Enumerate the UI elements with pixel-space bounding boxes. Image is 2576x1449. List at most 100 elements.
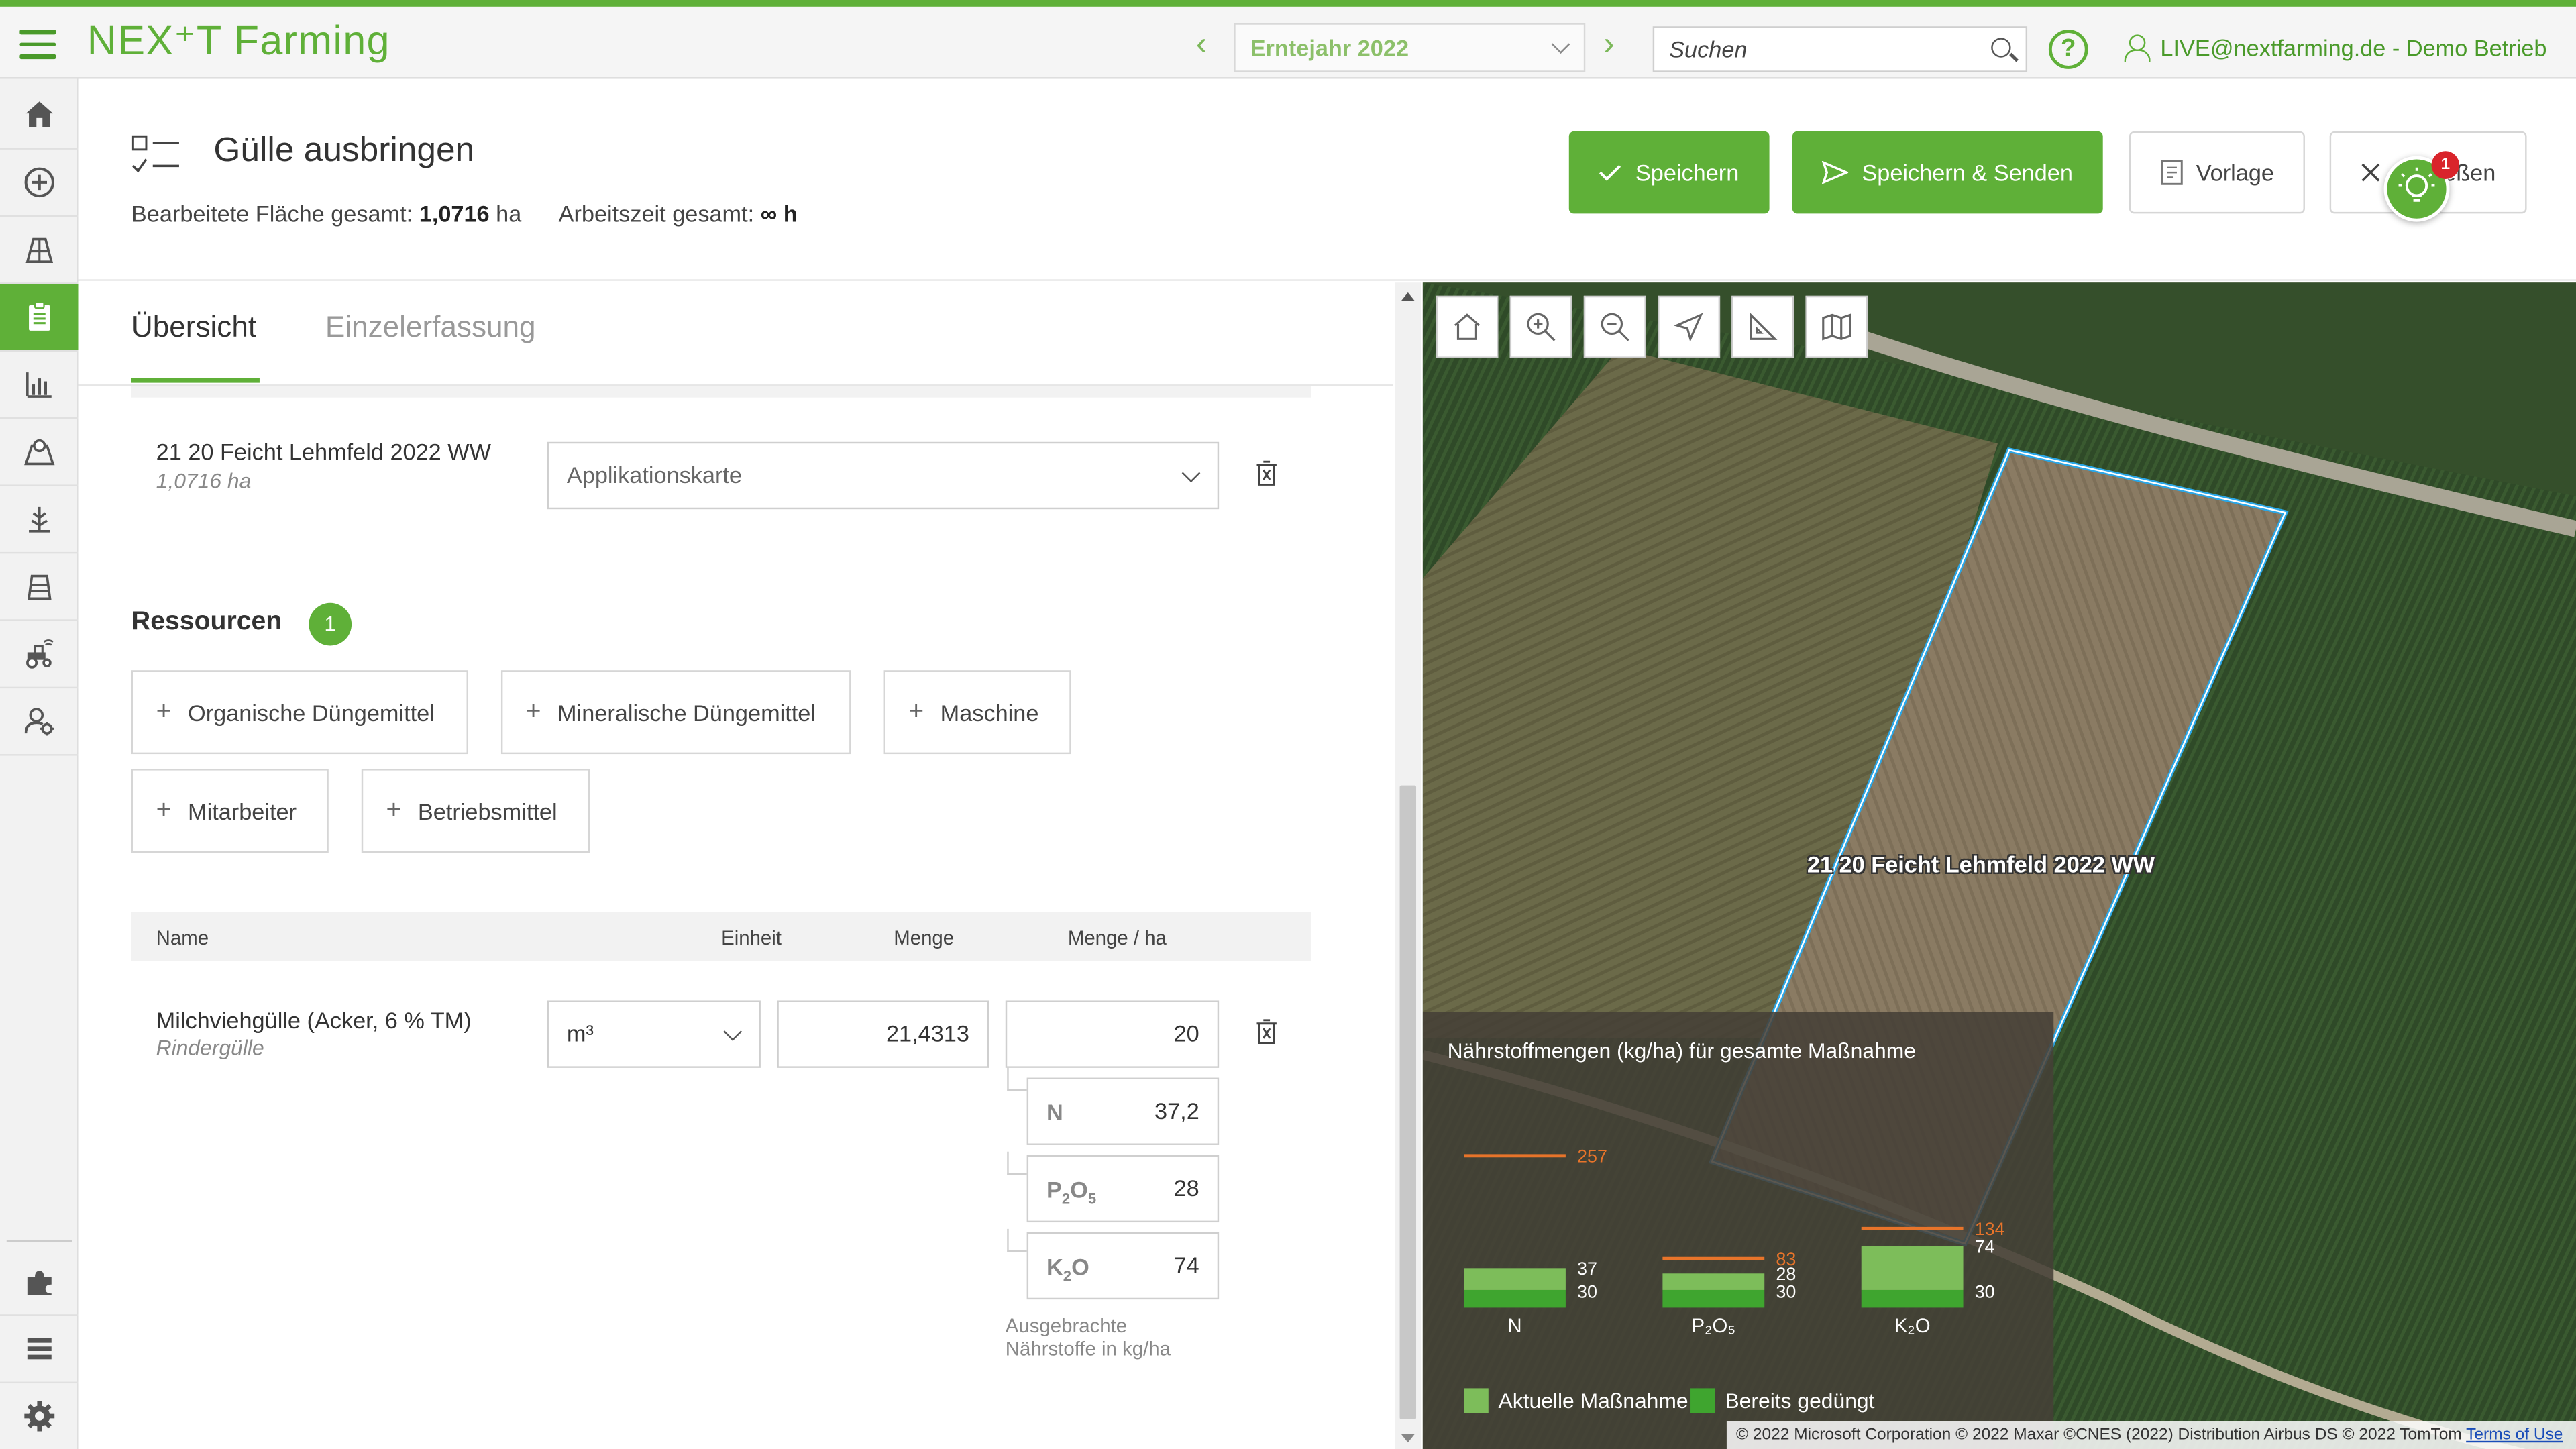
sidebar-item-add[interactable] bbox=[0, 150, 79, 217]
map-layers-button[interactable] bbox=[1805, 295, 1868, 358]
sidebar-item-list[interactable] bbox=[0, 1316, 79, 1384]
save-and-send-button[interactable]: Speichern & Senden bbox=[1792, 131, 2103, 214]
sidebar-item-reports[interactable] bbox=[0, 352, 79, 419]
template-button-label: Vorlage bbox=[2196, 159, 2274, 186]
add-supplies-button[interactable]: + Betriebsmittel bbox=[361, 769, 590, 853]
sidebar-item-tasks[interactable] bbox=[0, 284, 79, 352]
locate-button[interactable] bbox=[1658, 295, 1721, 358]
app-logo[interactable]: NEX⁺T Farming bbox=[87, 16, 390, 65]
chevron-down-icon bbox=[1551, 35, 1570, 54]
year-select[interactable]: Erntejahr 2022 bbox=[1234, 23, 1586, 72]
area-unit: ha bbox=[496, 200, 522, 227]
nutrient-k2o-label: K2O bbox=[1046, 1253, 1089, 1285]
tab-single-entry[interactable]: Einzelerfassung bbox=[325, 311, 536, 345]
bar-current-n bbox=[1464, 1268, 1566, 1290]
resources-count-badge: 1 bbox=[309, 602, 352, 646]
sidebar-item-machinery[interactable] bbox=[0, 621, 79, 689]
bar-already-p2o5 bbox=[1662, 1289, 1765, 1308]
nutrient-n-field[interactable]: N 37,2 bbox=[1026, 1077, 1220, 1145]
zoom-out-button[interactable] bbox=[1583, 295, 1646, 358]
column-name: Name bbox=[156, 926, 209, 950]
map-toolbar bbox=[1436, 295, 1868, 358]
user-account-label[interactable]: LIVE@nextfarming.de - Demo Betrieb bbox=[2160, 34, 2546, 60]
add-machine-button[interactable]: + Maschine bbox=[883, 670, 1071, 755]
add-organic-fertilizer-button[interactable]: + Organische Düngemittel bbox=[131, 670, 468, 755]
delete-resource-icon[interactable] bbox=[1255, 1018, 1278, 1044]
zoom-out-icon bbox=[1601, 313, 1629, 341]
field-area: 1,0716 ha bbox=[156, 468, 252, 493]
chevron-down-icon bbox=[723, 1022, 743, 1041]
add-supplies-label: Betriebsmittel bbox=[417, 797, 557, 824]
menu-icon[interactable] bbox=[19, 30, 56, 59]
search-input[interactable]: Suchen bbox=[1652, 26, 2028, 72]
bar-already-k2o bbox=[1861, 1289, 1964, 1308]
zoom-in-icon bbox=[1527, 313, 1556, 341]
add-mineral-fertilizer-button[interactable]: + Mineralische Düngemittel bbox=[500, 670, 851, 755]
zoom-in-button[interactable] bbox=[1509, 295, 1572, 358]
tab-overview[interactable]: Übersicht bbox=[131, 311, 256, 345]
unit-select[interactable]: m³ bbox=[547, 1000, 761, 1068]
top-bar: NEX⁺T Farming ‹ Erntejahr 2022 › Suchen … bbox=[0, 0, 2576, 79]
previous-year-button[interactable]: ‹ bbox=[1196, 26, 1207, 64]
map-home-button[interactable] bbox=[1436, 295, 1499, 358]
sidebar-item-settings[interactable] bbox=[0, 1383, 79, 1449]
sidebar-item-home[interactable] bbox=[0, 82, 79, 150]
plus-icon: + bbox=[386, 796, 402, 824]
amount-input[interactable]: 21,4313 bbox=[777, 1000, 989, 1068]
bar-chart-icon bbox=[26, 372, 52, 398]
search-icon[interactable] bbox=[1991, 38, 2011, 58]
application-map-placeholder: Applikationskarte bbox=[566, 462, 743, 488]
add-circle-icon bbox=[24, 167, 55, 198]
sidebar-item-storage[interactable] bbox=[0, 553, 79, 621]
scroll-up-arrow[interactable] bbox=[1401, 292, 1415, 301]
scroll-down-arrow[interactable] bbox=[1401, 1434, 1415, 1443]
amount-per-ha-input[interactable]: 20 bbox=[1005, 1000, 1220, 1068]
add-worker-button[interactable]: + Mitarbeiter bbox=[131, 769, 329, 853]
legend-current: Aktuelle Maßnahme bbox=[1464, 1388, 1688, 1413]
next-year-button[interactable]: › bbox=[1603, 26, 1614, 64]
map-view[interactable]: 21 20 Feicht Lehmfeld 2022 WW Nährstoffm… bbox=[1422, 282, 2576, 1449]
nutrient-connector bbox=[1007, 1151, 1027, 1175]
target-label-n: 257 bbox=[1577, 1146, 1607, 1167]
nutrient-connector bbox=[1007, 1067, 1027, 1091]
help-icon[interactable]: ? bbox=[2048, 30, 2088, 69]
user-icon[interactable] bbox=[2124, 34, 2151, 63]
navigation-arrow-icon bbox=[1673, 313, 1703, 342]
ruler-triangle-icon bbox=[1750, 312, 1778, 340]
bar-current-k2o bbox=[1861, 1246, 1964, 1290]
sidebar-item-map[interactable] bbox=[0, 419, 79, 486]
bar-current-p2o5 bbox=[1662, 1273, 1765, 1290]
storage-icon bbox=[28, 574, 52, 600]
plus-icon: + bbox=[156, 796, 172, 824]
nutrient-k2o-field[interactable]: K2O 74 bbox=[1026, 1232, 1220, 1300]
list-icon bbox=[27, 1338, 52, 1360]
save-button[interactable]: Speichern bbox=[1568, 131, 1770, 214]
resources-title: Ressourcen bbox=[131, 608, 282, 636]
plus-icon: + bbox=[156, 697, 172, 726]
close-icon bbox=[2361, 163, 2380, 182]
checkmark-icon bbox=[1600, 164, 1622, 181]
sidebar-item-plugins[interactable] bbox=[0, 1248, 79, 1316]
nutrient-chart-panel: Nährstoffmengen (kg/ha) für gesamte Maßn… bbox=[1422, 1012, 2054, 1449]
column-amount-per-ha: Menge / ha bbox=[1067, 926, 1167, 950]
puzzle-icon bbox=[27, 1271, 52, 1295]
terms-of-use-link[interactable]: Terms of Use bbox=[2466, 1426, 2563, 1444]
task-header: Gülle ausbringen Bearbeitete Fläche gesa… bbox=[78, 80, 2576, 281]
tips-lightbulb-button[interactable]: 1 bbox=[2383, 151, 2460, 222]
application-map-select[interactable]: Applikationskarte bbox=[547, 441, 1220, 510]
panel-scrollbar[interactable] bbox=[1395, 282, 1421, 1449]
nutrient-p2o5-field[interactable]: P2O5 28 bbox=[1026, 1155, 1220, 1223]
nutrient-k2o-value: 74 bbox=[1173, 1252, 1199, 1279]
scroll-thumb[interactable] bbox=[1399, 785, 1417, 1419]
resource-subtype: Rindergülle bbox=[156, 1034, 264, 1060]
sidebar-item-crop[interactable] bbox=[0, 486, 79, 554]
sidebar-item-fields[interactable] bbox=[0, 217, 79, 284]
measure-button[interactable] bbox=[1731, 295, 1794, 358]
app-root: NEX⁺T Farming ‹ Erntejahr 2022 › Suchen … bbox=[0, 0, 2576, 1449]
sidebar-item-staff[interactable] bbox=[0, 688, 79, 756]
delete-field-icon[interactable] bbox=[1255, 460, 1278, 486]
gear-icon bbox=[24, 1401, 55, 1432]
field-name: 21 20 Feicht Lehmfeld 2022 WW bbox=[156, 438, 491, 466]
template-button[interactable]: Vorlage bbox=[2129, 131, 2305, 214]
section-strip bbox=[131, 386, 1311, 398]
